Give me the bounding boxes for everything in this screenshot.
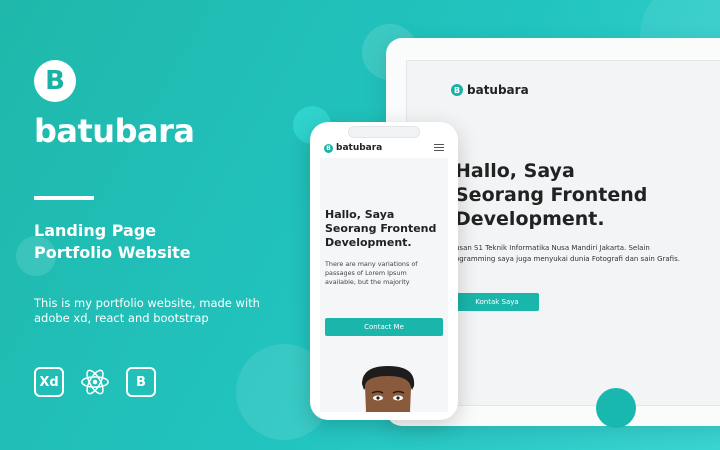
- profile-photo: [362, 366, 415, 412]
- phone-logo[interactable]: B batubara: [324, 143, 382, 153]
- phone-hero-body: There are many variations of passages of…: [325, 260, 418, 286]
- react-icon: [80, 367, 110, 397]
- brand-logo-icon: B: [34, 60, 76, 102]
- phone-screen: B batubara Hallo, Saya Seorang Frontend …: [320, 138, 448, 412]
- bootstrap-icon: B: [126, 367, 156, 397]
- subtitle-line-1: Landing Page: [34, 221, 157, 240]
- laptop-heading-line-1: Hallo, Saya: [455, 160, 575, 182]
- laptop-heading-line-3: Development.: [455, 208, 605, 230]
- laptop-logo-letter: B: [453, 85, 461, 95]
- contact-button[interactable]: Kontak Saya: [455, 293, 539, 311]
- laptop-logo-text: batubara: [467, 83, 529, 97]
- phone-hero-heading: Hallo, Saya Seorang Frontend Development…: [325, 208, 447, 250]
- brand-logo-letter: B: [45, 66, 65, 96]
- laptop-heading-line-2: Seorang Frontend: [455, 184, 648, 206]
- phone-logo-text: batubara: [336, 143, 383, 153]
- adobe-xd-label: Xd: [39, 374, 59, 390]
- bootstrap-label: B: [136, 374, 146, 390]
- decor-bubble: [596, 388, 636, 428]
- phone-header: B batubara: [320, 138, 448, 158]
- laptop-hero-body: usan S1 Teknik Informatika Nusa Mandiri …: [455, 244, 680, 263]
- adobe-xd-icon: Xd: [34, 367, 64, 397]
- subtitle-line-2: Portfolio Website: [34, 243, 191, 262]
- contact-me-button[interactable]: Contact Me: [325, 318, 443, 336]
- laptop-logo-icon: B: [451, 84, 463, 96]
- phone-logo-icon: B: [324, 143, 333, 153]
- tool-icons: Xd B: [34, 367, 156, 397]
- phone-heading-line-2: Seorang Frontend: [325, 222, 437, 235]
- phone-mockup: B batubara Hallo, Saya Seorang Frontend …: [310, 122, 458, 420]
- react-icon-graphic: [81, 369, 109, 395]
- subtitle: Landing Page Portfolio Website: [34, 220, 234, 264]
- phone-logo-letter: B: [326, 144, 331, 152]
- hamburger-menu-icon[interactable]: [434, 144, 444, 153]
- phone-heading-line-1: Hallo, Saya: [325, 208, 395, 221]
- brand-name: batubara: [34, 112, 195, 150]
- phone-speaker: [348, 126, 420, 138]
- divider: [34, 196, 94, 200]
- phone-heading-line-3: Development.: [325, 236, 412, 249]
- laptop-hero-heading: Hallo, Saya Seorang Frontend Development…: [455, 159, 715, 231]
- laptop-logo[interactable]: B batubara: [451, 83, 529, 97]
- description: This is my portfolio website, made with …: [34, 296, 260, 325]
